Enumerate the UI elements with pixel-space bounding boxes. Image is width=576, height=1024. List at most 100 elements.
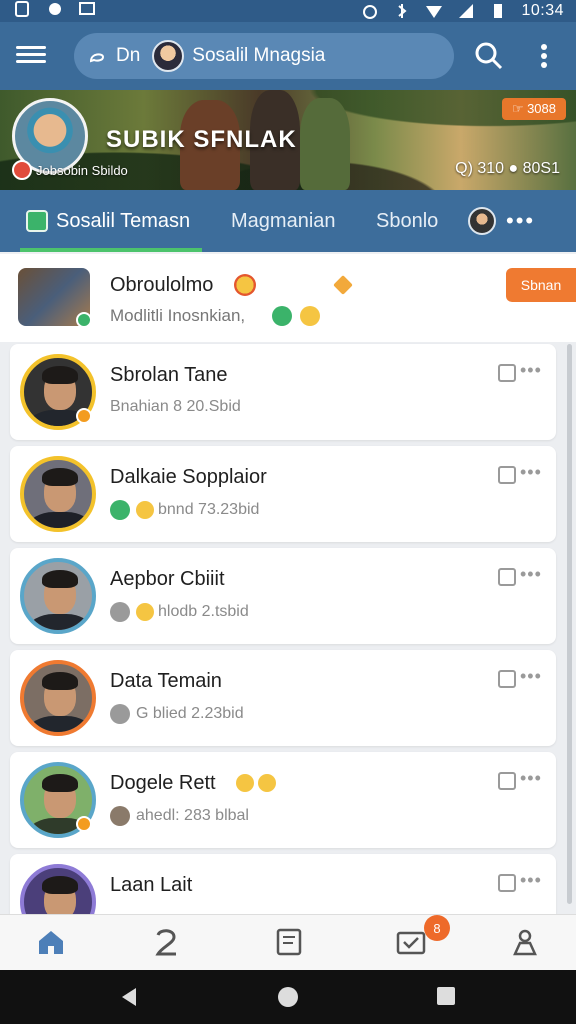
home-circle-icon[interactable] xyxy=(277,986,299,1008)
notes-icon[interactable] xyxy=(274,927,304,957)
signal-icon xyxy=(459,4,474,18)
notification-icon xyxy=(49,3,61,15)
tab-sosalil-temasn[interactable]: Sosalil Temasn xyxy=(26,190,190,252)
follow-button[interactable]: Sbnan xyxy=(506,268,576,302)
list-item[interactable]: Dogele Rett ahedl: 283 blbal ••• xyxy=(10,752,556,848)
feed-list: Obroulolmo Modlitli Inosnkian, Sbnan Sbr… xyxy=(0,254,576,914)
list-item-meta-text: ahedl: 283 blbal xyxy=(136,807,249,824)
more-options-button[interactable]: ••• xyxy=(520,462,542,483)
list-item-meta: hlodb 2.tsbid xyxy=(110,602,249,622)
list-item-meta-text: Bnahian 8 20.Sbid xyxy=(110,398,241,415)
share-icon[interactable] xyxy=(498,466,516,484)
more-options-button[interactable]: ••• xyxy=(520,360,542,381)
system-navigation-bar xyxy=(0,970,576,1024)
bottom-navigation: 8 xyxy=(0,914,576,970)
list-item[interactable]: Dalkaie Sopplaior bnnd 73.23bid ••• xyxy=(10,446,556,542)
list-item-meta: G blied 2.23bid xyxy=(110,704,244,724)
search-prefix-text: Dn xyxy=(116,45,141,66)
list-item[interactable]: Laan Lait ••• xyxy=(10,854,556,914)
emoji-reactions xyxy=(236,774,276,792)
tab-home-icon xyxy=(26,210,48,232)
profile-icon[interactable] xyxy=(510,927,540,957)
list-item[interactable]: Sbrolan Tane Bnahian 8 20.Sbid ••• xyxy=(10,344,556,440)
feed-header-item[interactable]: Obroulolmo Modlitli Inosnkian, Sbnan xyxy=(0,254,576,342)
status-icon xyxy=(110,500,130,520)
feed-header-subtitle: Modlitli Inosnkian, xyxy=(110,306,246,325)
list-item-name: Aepbor Cbiiit xyxy=(110,568,225,590)
emoji-icon xyxy=(136,603,154,621)
online-badge xyxy=(76,312,92,328)
tab-magmanian[interactable]: Magmanian xyxy=(231,190,336,252)
tab-label: Sosalil Temasn xyxy=(56,209,191,232)
status-icon xyxy=(110,704,130,724)
list-item-meta-text: hlodb 2.tsbid xyxy=(158,603,249,620)
avatar-badge xyxy=(76,408,92,424)
avatar xyxy=(20,456,96,532)
tab-avatar[interactable] xyxy=(468,207,496,235)
more-options-button[interactable]: ••• xyxy=(520,564,542,585)
tab-label: Sbonlo xyxy=(376,209,439,232)
emoji-icon xyxy=(136,501,154,519)
emoji-icon xyxy=(236,774,254,792)
tab-more-button[interactable]: ••• xyxy=(506,208,535,234)
chat-bubble-icon xyxy=(89,53,105,63)
list-item-meta-text: bnnd 73.23bid xyxy=(158,501,260,518)
battery-icon xyxy=(494,4,503,18)
list-item-meta: bnnd 73.23bid xyxy=(110,500,259,520)
search-icon[interactable] xyxy=(474,41,504,71)
share-icon[interactable] xyxy=(498,772,516,790)
avatar-badge xyxy=(76,816,92,832)
avatar xyxy=(20,864,96,914)
list-item-name: Dalkaie Sopplaior xyxy=(110,466,267,488)
list-item-meta-text: G blied 2.23bid xyxy=(136,705,244,722)
tab-label: Magmanian xyxy=(231,209,336,232)
tab-bar: Sosalil Temasn Magmanian Sbonlo ••• xyxy=(0,190,576,252)
menu-icon[interactable] xyxy=(16,42,46,68)
banner-title: SUBIK SFNLAK xyxy=(106,126,297,153)
share-icon[interactable] xyxy=(498,364,516,382)
more-options-button[interactable]: ••• xyxy=(520,768,542,789)
list-item-meta: Bnahian 8 20.Sbid xyxy=(110,398,241,416)
home-icon[interactable] xyxy=(36,927,66,957)
list-item-name: Sbrolan Tane xyxy=(110,364,228,386)
share-icon[interactable] xyxy=(498,670,516,688)
search-title-text: Sosalil Mnagsia xyxy=(192,45,326,66)
list-item-name: Data Temain xyxy=(110,670,222,692)
sim-icon xyxy=(15,1,29,17)
people-icon[interactable] xyxy=(152,927,182,957)
search-avatar xyxy=(152,40,185,72)
alarm-icon xyxy=(363,5,378,19)
status-left-icons xyxy=(14,1,96,17)
back-icon[interactable] xyxy=(118,986,140,1008)
more-options-button[interactable]: ••• xyxy=(520,870,542,891)
active-tab-indicator xyxy=(20,248,202,252)
list-item-name: Laan Lait xyxy=(110,874,193,896)
tab-sbonlo[interactable]: Sbonlo xyxy=(376,190,438,252)
status-time: 10:34 xyxy=(521,2,564,19)
more-vertical-icon[interactable] xyxy=(534,42,554,70)
list-item[interactable]: Data Temain G blied 2.23bid ••• xyxy=(10,650,556,746)
profile-status-badge xyxy=(12,160,32,180)
avatar xyxy=(20,558,96,634)
emoji-icon xyxy=(234,274,256,296)
inbox-icon[interactable] xyxy=(396,927,426,957)
list-item-meta: ahedl: 283 blbal xyxy=(110,806,249,826)
list-item-name: Dogele Rett xyxy=(110,772,216,794)
avatar xyxy=(20,660,96,736)
status-right-icons: 10:34 xyxy=(361,2,564,20)
banner-tag-button[interactable]: ☞ 3088 xyxy=(501,98,566,120)
emoji-icon xyxy=(258,774,276,792)
more-options-button[interactable]: ••• xyxy=(520,666,542,687)
recents-icon[interactable] xyxy=(436,986,456,1006)
scrollbar[interactable] xyxy=(567,344,572,904)
emoji-icon xyxy=(272,306,292,326)
list-item[interactable]: Aepbor Cbiiit hlodb 2.tsbid ••• xyxy=(10,548,556,644)
message-icon xyxy=(79,2,95,15)
share-icon[interactable] xyxy=(498,874,516,892)
bluetooth-icon xyxy=(398,4,408,18)
share-icon[interactable] xyxy=(498,568,516,586)
status-bar: 10:34 xyxy=(0,0,576,22)
feed-header-title: Obroulolmo xyxy=(110,274,214,296)
app-search-bar[interactable]: Dn Sosalil Mnagsia xyxy=(74,33,454,79)
pencil-icon xyxy=(333,275,353,295)
